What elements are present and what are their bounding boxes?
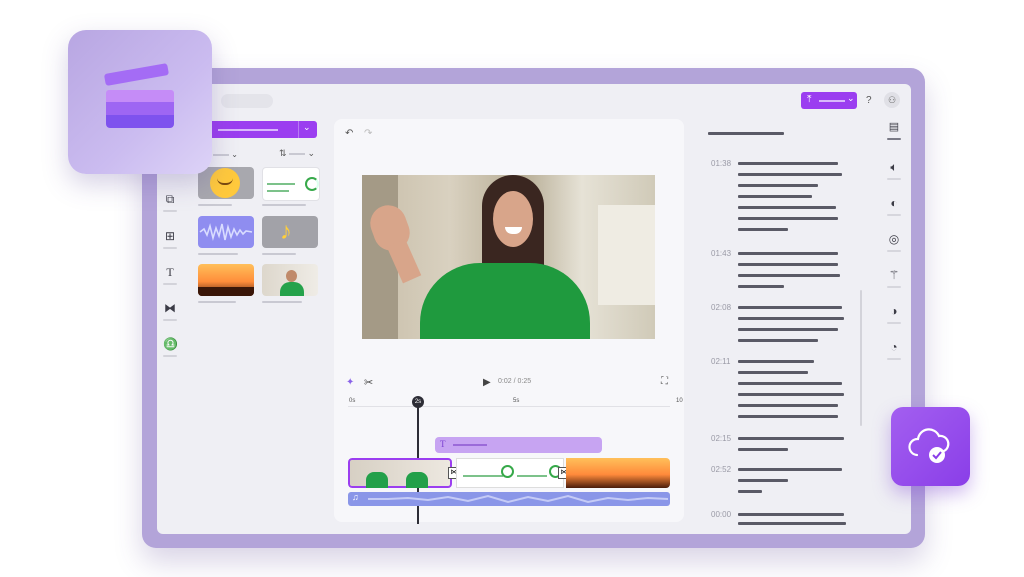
avatar[interactable]: ⚇ <box>884 92 900 108</box>
transcript-timestamp: 02:08 <box>711 303 732 312</box>
playback-time: 0:02 / 0:25 <box>498 378 531 385</box>
video-track[interactable]: ⋈ ⋈ <box>348 458 670 488</box>
filters-icon[interactable]: ◎ <box>887 232 901 246</box>
brand-kit-icon[interactable]: ♎ <box>163 337 178 351</box>
project-title-pill[interactable] <box>221 94 273 108</box>
help-button[interactable]: ? <box>866 95 872 106</box>
undo-icon[interactable]: ↶ <box>345 128 353 139</box>
media-thumbnail-emoji[interactable] <box>198 167 254 199</box>
transcript-timestamp: 00:00 <box>711 510 732 519</box>
media-thumbnail-concert[interactable] <box>198 264 254 296</box>
play-button[interactable]: ▶ <box>483 377 491 388</box>
transcript-timestamp: 02:11 <box>711 357 731 366</box>
transitions-icon[interactable]: ⧓ <box>163 301 177 315</box>
text-icon: T <box>440 439 446 449</box>
cloud-check-icon <box>908 428 950 463</box>
tick-10: 10 <box>676 398 683 404</box>
clip-woman[interactable] <box>348 458 452 488</box>
adjust-color-icon[interactable]: ◑ <box>887 304 901 318</box>
media-thumbnail-audio[interactable] <box>198 216 254 248</box>
speed-icon[interactable]: ◔ <box>887 340 901 354</box>
audio-waveform <box>368 494 669 504</box>
transcript-scrollbar[interactable] <box>860 290 862 426</box>
app-logo-tile <box>68 30 212 174</box>
upload-icon: ⤒ <box>807 94 812 105</box>
elements-icon[interactable]: ⊞ <box>163 229 177 243</box>
media-thumbnail-woman[interactable] <box>262 264 318 296</box>
clip-chart[interactable] <box>456 458 564 488</box>
effects-wand-icon[interactable]: ⚚ <box>887 268 901 282</box>
transcript-heading <box>708 132 784 135</box>
time-total: 0:25 <box>517 378 532 385</box>
captions-icon[interactable]: ▤ <box>887 120 901 134</box>
transcript-timestamp: 01:38 <box>711 159 732 168</box>
tick-5s: 5s <box>513 398 520 404</box>
text-icon[interactable]: T <box>163 265 177 279</box>
split-scissors-icon[interactable]: ✂ <box>364 376 373 389</box>
text-track[interactable]: T <box>435 437 602 453</box>
video-preview[interactable] <box>362 175 655 339</box>
sort-icon[interactable]: ⇅ ⌄ <box>279 148 315 159</box>
time-current: 0:02 <box>498 378 512 385</box>
waveform-icon <box>199 223 253 242</box>
redo-icon[interactable]: ↷ <box>364 128 372 139</box>
media-thumbnail-chart[interactable] <box>262 167 320 201</box>
chevron-down-icon: ⌄ <box>847 93 855 103</box>
audio-track[interactable]: ♫ <box>348 492 670 506</box>
clip-concert[interactable] <box>566 458 670 488</box>
cloud-saved-badge <box>891 407 970 486</box>
transcript-timestamp: 02:15 <box>711 434 732 443</box>
audio-icon[interactable]: 🔈︎ <box>887 160 901 174</box>
magic-sparkle-icon[interactable]: ✦ <box>346 377 354 388</box>
media-thumbnail-music[interactable]: ♪ <box>262 216 318 248</box>
filter-dropdown[interactable]: ⌄ <box>213 150 238 159</box>
music-note-icon: ♪ <box>280 218 292 245</box>
transcript-timestamp: 02:52 <box>711 465 732 474</box>
transcript-timestamp: 01:43 <box>711 249 732 258</box>
chevron-down-icon: ⌄ <box>303 122 311 132</box>
templates-icon[interactable]: ⧉ <box>163 192 177 206</box>
fullscreen-icon[interactable]: ⛶ <box>661 376 668 387</box>
export-button[interactable]: ⤒ ⌄ <box>801 92 857 109</box>
record-create-button[interactable]: ⌄ <box>200 121 317 138</box>
tick-0s: 0s <box>349 398 356 404</box>
clapperboard-icon <box>103 63 176 132</box>
fade-icon[interactable]: ◐ <box>887 196 901 210</box>
timeline-ruler[interactable] <box>348 406 670 407</box>
time-separator: / <box>513 378 516 385</box>
